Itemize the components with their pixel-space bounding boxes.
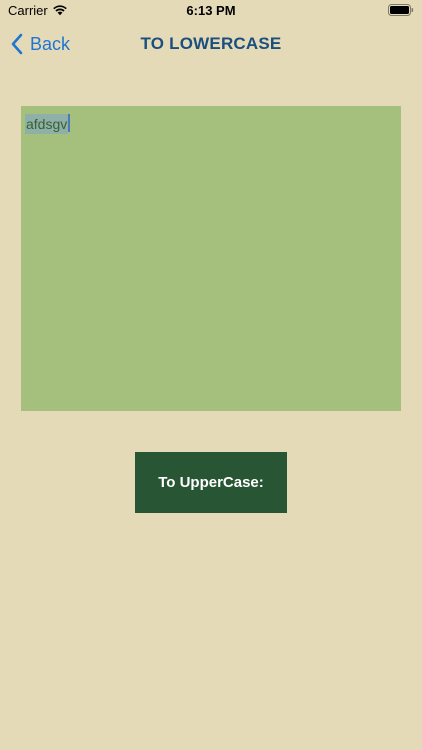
status-bar: Carrier 6:13 PM <box>0 0 422 22</box>
status-time: 6:13 PM <box>186 3 236 18</box>
page-title: TO LOWERCASE <box>140 34 282 53</box>
to-uppercase-button[interactable]: To UpperCase: <box>135 452 287 513</box>
text-editor-content[interactable]: afdsgv <box>25 114 69 134</box>
text-caret <box>68 114 70 132</box>
battery-icon <box>388 4 414 16</box>
navigation-bar: Back TO LOWERCASE <box>0 22 422 66</box>
text-editor[interactable]: afdsgv <box>21 106 401 411</box>
